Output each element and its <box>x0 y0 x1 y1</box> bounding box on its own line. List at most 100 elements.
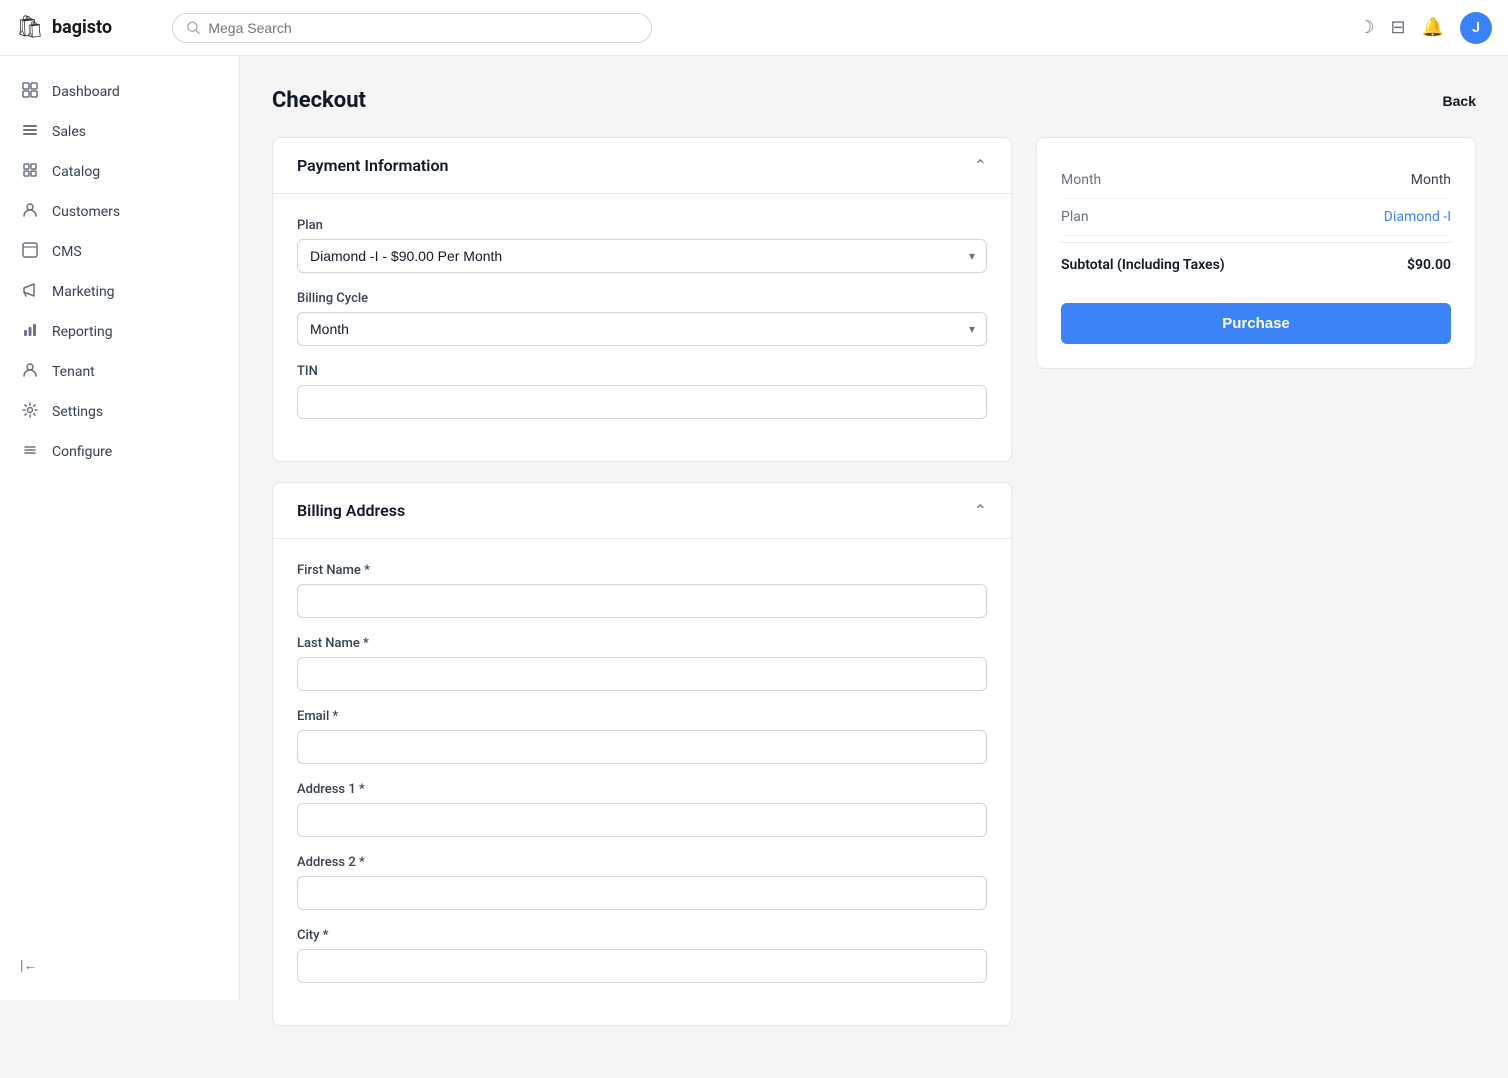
configure-icon <box>20 442 40 462</box>
billing-cycle-label: Billing Cycle <box>297 291 987 306</box>
payment-card-body: Plan Diamond -I - $90.00 Per Month Silve… <box>273 194 1011 461</box>
sidebar-item-label: Settings <box>52 404 103 420</box>
logo-text: bagisto <box>52 17 112 38</box>
payment-collapse-icon[interactable]: ⌃ <box>974 156 987 175</box>
plan-field-group: Plan Diamond -I - $90.00 Per Month Silve… <box>297 218 987 273</box>
sidebar-item-catalog[interactable]: Catalog <box>0 152 239 192</box>
billing-cycle-field-group: Billing Cycle Month Year <box>297 291 987 346</box>
tenant-icon <box>20 362 40 382</box>
page-header: Checkout Back <box>272 88 1476 113</box>
city-input[interactable] <box>297 949 987 983</box>
avatar[interactable]: J <box>1460 12 1492 44</box>
city-field-group: City * <box>297 928 987 983</box>
sidebar-item-label: Tenant <box>52 364 95 380</box>
billing-address-card: Billing Address ⌃ First Name * Last Name… <box>272 482 1012 1026</box>
back-button[interactable]: Back <box>1443 93 1476 109</box>
billing-card-title: Billing Address <box>297 501 405 520</box>
search-input[interactable] <box>208 20 637 36</box>
right-column: Month Month Plan Diamond -I Subtotal (In… <box>1036 137 1476 1046</box>
payment-card-title: Payment Information <box>297 156 448 175</box>
tin-label: TIN <box>297 364 987 379</box>
sidebar-item-tenant[interactable]: Tenant <box>0 352 239 392</box>
address2-field-group: Address 2 * <box>297 855 987 910</box>
tin-input[interactable] <box>297 385 987 419</box>
customers-icon <box>20 202 40 222</box>
sidebar: Dashboard Sales Catalog Customers CMS <box>0 56 240 1000</box>
plan-label: Plan <box>297 218 987 233</box>
monitor-icon[interactable]: ⊟ <box>1390 17 1405 38</box>
first-name-label: First Name * <box>297 563 987 578</box>
layout: Dashboard Sales Catalog Customers CMS <box>0 56 1508 1078</box>
address1-field-group: Address 1 * <box>297 782 987 837</box>
email-input[interactable] <box>297 730 987 764</box>
sidebar-item-dashboard[interactable]: Dashboard <box>0 72 239 112</box>
search-bar[interactable] <box>172 13 652 43</box>
address1-label: Address 1 * <box>297 782 987 797</box>
sidebar-item-customers[interactable]: Customers <box>0 192 239 232</box>
billing-cycle-select-wrap: Month Year <box>297 312 987 346</box>
payment-card-header: Payment Information ⌃ <box>273 138 1011 194</box>
email-field-group: Email * <box>297 709 987 764</box>
sidebar-item-marketing[interactable]: Marketing <box>0 272 239 312</box>
last-name-input[interactable] <box>297 657 987 691</box>
summary-row-plan: Plan Diamond -I <box>1061 199 1451 236</box>
summary-subtotal-row: Subtotal (Including Taxes) $90.00 <box>1061 242 1451 287</box>
sidebar-item-label: Customers <box>52 204 120 220</box>
nav-right: ☽ ⊟ 🔔 J <box>1358 12 1492 44</box>
billing-card-header: Billing Address ⌃ <box>273 483 1011 539</box>
plan-select[interactable]: Diamond -I - $90.00 Per Month Silver -I … <box>297 239 987 273</box>
address2-input[interactable] <box>297 876 987 910</box>
reporting-icon <box>20 322 40 342</box>
billing-collapse-icon[interactable]: ⌃ <box>974 501 987 520</box>
dashboard-icon <box>20 82 40 102</box>
summary-subtotal-val: $90.00 <box>1407 257 1451 273</box>
cms-icon <box>20 242 40 262</box>
settings-icon <box>20 402 40 422</box>
address2-label: Address 2 * <box>297 855 987 870</box>
sidebar-item-reporting[interactable]: Reporting <box>0 312 239 352</box>
payment-information-card: Payment Information ⌃ Plan Diamond -I - … <box>272 137 1012 462</box>
summary-subtotal-key: Subtotal (Including Taxes) <box>1061 257 1225 273</box>
sidebar-item-label: Configure <box>52 444 112 460</box>
tin-field-group: TIN <box>297 364 987 419</box>
collapse-icon: |← <box>20 957 37 974</box>
last-name-field-group: Last Name * <box>297 636 987 691</box>
email-label: Email * <box>297 709 987 724</box>
sidebar-item-configure[interactable]: Configure <box>0 432 239 472</box>
sidebar-item-label: Sales <box>52 124 86 140</box>
summary-plan-key: Plan <box>1061 209 1089 225</box>
left-column: Payment Information ⌃ Plan Diamond -I - … <box>272 137 1012 1046</box>
topnav: 🛍 bagisto ☽ ⊟ 🔔 J <box>0 0 1508 56</box>
sidebar-item-label: Catalog <box>52 164 100 180</box>
bell-icon[interactable]: 🔔 <box>1422 17 1444 38</box>
first-name-input[interactable] <box>297 584 987 618</box>
summary-plan-val: Diamond -I <box>1384 209 1451 225</box>
sales-icon <box>20 122 40 142</box>
page-title: Checkout <box>272 88 366 113</box>
address1-input[interactable] <box>297 803 987 837</box>
billing-cycle-select[interactable]: Month Year <box>297 312 987 346</box>
sidebar-item-label: Reporting <box>52 324 113 340</box>
sidebar-item-cms[interactable]: CMS <box>0 232 239 272</box>
logo-area: 🛍 bagisto <box>16 15 156 40</box>
sidebar-item-label: Dashboard <box>52 84 120 100</box>
billing-card-body: First Name * Last Name * Email * Ad <box>273 539 1011 1025</box>
last-name-label: Last Name * <box>297 636 987 651</box>
main-content: Checkout Back Payment Information ⌃ Plan <box>240 56 1508 1078</box>
logo-icon: 🛍 <box>16 15 44 40</box>
moon-icon[interactable]: ☽ <box>1358 17 1374 38</box>
sidebar-item-sales[interactable]: Sales <box>0 112 239 152</box>
summary-month-key: Month <box>1061 172 1101 188</box>
first-name-field-group: First Name * <box>297 563 987 618</box>
city-label: City * <box>297 928 987 943</box>
summary-card: Month Month Plan Diamond -I Subtotal (In… <box>1036 137 1476 369</box>
marketing-icon <box>20 282 40 302</box>
catalog-icon <box>20 162 40 182</box>
summary-month-val: Month <box>1411 172 1451 188</box>
purchase-button[interactable]: Purchase <box>1061 303 1451 344</box>
sidebar-collapse-button[interactable]: |← <box>0 947 239 984</box>
content-grid: Payment Information ⌃ Plan Diamond -I - … <box>272 137 1476 1046</box>
plan-select-wrap: Diamond -I - $90.00 Per Month Silver -I … <box>297 239 987 273</box>
sidebar-item-settings[interactable]: Settings <box>0 392 239 432</box>
sidebar-item-label: CMS <box>52 244 82 260</box>
